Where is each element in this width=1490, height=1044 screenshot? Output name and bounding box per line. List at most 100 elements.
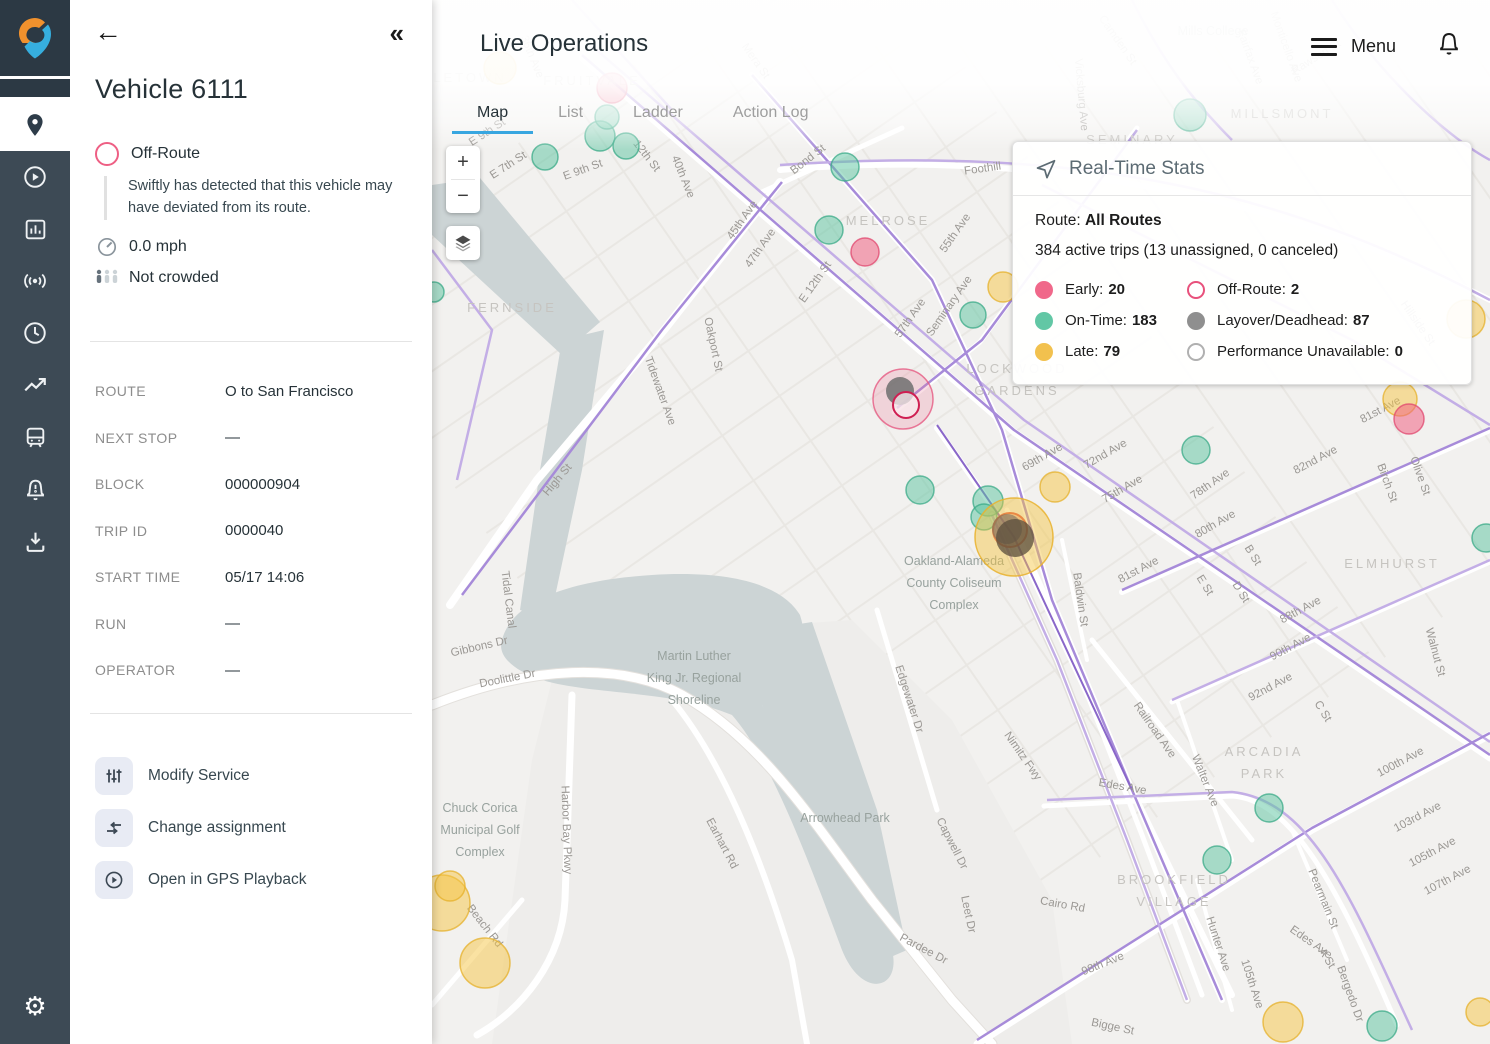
sidebar-item-gps-playback[interactable] bbox=[0, 151, 70, 203]
sidebar-item-live-feed[interactable] bbox=[0, 255, 70, 307]
legend-item: Layover/Deadhead: 87 bbox=[1187, 305, 1449, 336]
divider bbox=[90, 341, 412, 342]
zoom-control: + − bbox=[446, 146, 480, 213]
map-pin-icon bbox=[27, 114, 43, 136]
swap-arrows-icon bbox=[95, 809, 133, 847]
field-label: RUN bbox=[95, 615, 127, 632]
field-row: START TIME 05/17 14:06 bbox=[95, 554, 410, 601]
svg-text:MILLSMONT: MILLSMONT bbox=[1231, 106, 1334, 121]
tab-action-log[interactable]: Action Log bbox=[708, 94, 834, 134]
zoom-out-button[interactable]: − bbox=[446, 180, 480, 213]
svg-text:Arrowhead Park: Arrowhead Park bbox=[800, 811, 890, 825]
field-value: 000000904 bbox=[225, 475, 301, 493]
sidebar-item-on-time-performance[interactable] bbox=[0, 307, 70, 359]
real-time-stats-panel: Real-Time Stats Route: All Routes 384 ac… bbox=[1012, 141, 1472, 385]
field-row: RUN — bbox=[95, 601, 410, 648]
tab-ladder[interactable]: Ladder bbox=[608, 94, 708, 134]
stats-trips-line: 384 active trips (13 unassigned, 0 cance… bbox=[1035, 242, 1339, 259]
trip-fields: ROUTE O to San Francisco NEXT STOP — BLOCK 00… bbox=[95, 368, 410, 694]
field-value: — bbox=[225, 429, 240, 447]
rail-divider-2 bbox=[0, 79, 70, 99]
field-value: 05/17 14:06 bbox=[225, 568, 305, 586]
legend-item: Late: 79 bbox=[1035, 336, 1187, 367]
legend-item: Off-Route: 2 bbox=[1187, 274, 1449, 305]
live-map[interactable]: E 9th St E 7th St E 9th St 12th St 40th Ave 3… bbox=[432, 0, 1490, 1044]
open-gps-playback-label: Open in GPS Playback bbox=[148, 871, 307, 888]
svg-text:Chuck Corica: Chuck Corica bbox=[442, 801, 517, 815]
modify-service-label: Modify Service bbox=[148, 767, 250, 784]
svg-text:King Jr. Regional: King Jr. Regional bbox=[647, 671, 742, 685]
swiftly-logo-icon bbox=[16, 16, 54, 60]
trending-up-icon bbox=[24, 377, 46, 392]
vehicle-actions: Modify Service Change assignment Open in… bbox=[95, 750, 410, 906]
menu-label[interactable]: Menu bbox=[1351, 36, 1396, 57]
modify-service-button[interactable]: Modify Service bbox=[95, 750, 410, 802]
open-gps-playback-button[interactable]: Open in GPS Playback bbox=[95, 854, 410, 906]
svg-text:PARK: PARK bbox=[1241, 766, 1287, 781]
sidebar-item-vehicles[interactable] bbox=[0, 411, 70, 463]
view-tabs: Map List Ladder Action Log bbox=[452, 94, 833, 134]
field-row: BLOCK 000000904 bbox=[95, 461, 410, 508]
bar-chart-icon bbox=[25, 219, 45, 239]
svg-text:ARCADIA: ARCADIA bbox=[1225, 744, 1304, 759]
legend-item: On-Time: 183 bbox=[1035, 305, 1187, 336]
field-row: TRIP ID 0000040 bbox=[95, 508, 410, 555]
late-swatch bbox=[1035, 342, 1053, 361]
field-label: ROUTE bbox=[95, 383, 146, 400]
sidebar-item-live-map[interactable] bbox=[0, 99, 70, 151]
layover-swatch bbox=[1187, 311, 1205, 330]
notifications-bell-icon[interactable] bbox=[1436, 30, 1462, 63]
svg-text:Complex: Complex bbox=[455, 845, 505, 859]
status-label: Off-Route bbox=[131, 145, 201, 162]
field-value: — bbox=[225, 615, 240, 633]
vehicle-status-section: Off-Route Swiftly has detected that this… bbox=[95, 142, 407, 298]
svg-text:GARDENS: GARDENS bbox=[974, 383, 1059, 398]
field-label: OPERATOR bbox=[95, 662, 176, 679]
svg-text:FERNSIDE: FERNSIDE bbox=[467, 300, 557, 315]
bus-icon bbox=[26, 427, 44, 447]
swiftly-logo[interactable] bbox=[0, 0, 70, 76]
tab-map[interactable]: Map bbox=[452, 94, 534, 134]
play-circle-icon bbox=[95, 861, 133, 899]
back-button[interactable]: ← bbox=[94, 18, 122, 46]
sidebar-item-exports[interactable] bbox=[0, 515, 70, 567]
field-row: NEXT STOP — bbox=[95, 415, 410, 462]
svg-text:Complex: Complex bbox=[929, 598, 979, 612]
vehicle-detail-panel: ← « Vehicle 6111 Off-Route Swiftly has d… bbox=[70, 0, 432, 1044]
collapse-panel-button[interactable]: « bbox=[390, 20, 404, 46]
zoom-in-button[interactable]: + bbox=[446, 146, 480, 179]
early-swatch bbox=[1035, 280, 1053, 299]
sidebar-item-dashboards[interactable] bbox=[0, 203, 70, 255]
sidebar-item-trends[interactable] bbox=[0, 359, 70, 411]
speed-value: 0.0 mph bbox=[129, 237, 187, 255]
svg-text:VILLAGE: VILLAGE bbox=[1136, 894, 1211, 909]
change-assignment-button[interactable]: Change assignment bbox=[95, 802, 410, 854]
sidebar-item-settings[interactable]: ⚙ bbox=[0, 984, 70, 1028]
layers-icon bbox=[455, 235, 471, 252]
stats-title: Real-Time Stats bbox=[1069, 157, 1205, 179]
navigation-icon bbox=[1036, 159, 1056, 178]
speedometer-icon bbox=[95, 236, 119, 258]
field-label: NEXT STOP bbox=[95, 429, 178, 446]
field-row: OPERATOR — bbox=[95, 647, 410, 694]
menu-icon[interactable] bbox=[1310, 37, 1337, 56]
route-label: Route: bbox=[1035, 212, 1081, 229]
legend-item: Early: 20 bbox=[1035, 274, 1187, 305]
legend-item: Performance Unavailable: 0 bbox=[1187, 336, 1449, 367]
sidebar-rail: ⚙ bbox=[0, 0, 70, 1044]
tab-list[interactable]: List bbox=[533, 94, 608, 134]
page-title: Live Operations bbox=[480, 30, 649, 57]
route-value: All Routes bbox=[1084, 212, 1162, 229]
gear-icon: ⚙ bbox=[23, 990, 47, 1021]
field-value: — bbox=[225, 661, 240, 679]
crowding-icon bbox=[95, 268, 119, 288]
ontime-swatch bbox=[1035, 311, 1053, 330]
svg-text:ELMHURST: ELMHURST bbox=[1344, 556, 1440, 571]
svg-text:County Coliseum: County Coliseum bbox=[906, 576, 1001, 590]
field-label: BLOCK bbox=[95, 476, 145, 493]
sidebar-item-alerts[interactable] bbox=[0, 463, 70, 515]
field-value: O to San Francisco bbox=[225, 382, 354, 400]
stats-legend: Early: 20 On-Time: 183 Late: 79 Off-Route: … bbox=[1035, 274, 1449, 367]
svg-text:Municipal Golf: Municipal Golf bbox=[440, 823, 520, 837]
layers-button[interactable] bbox=[446, 226, 480, 260]
